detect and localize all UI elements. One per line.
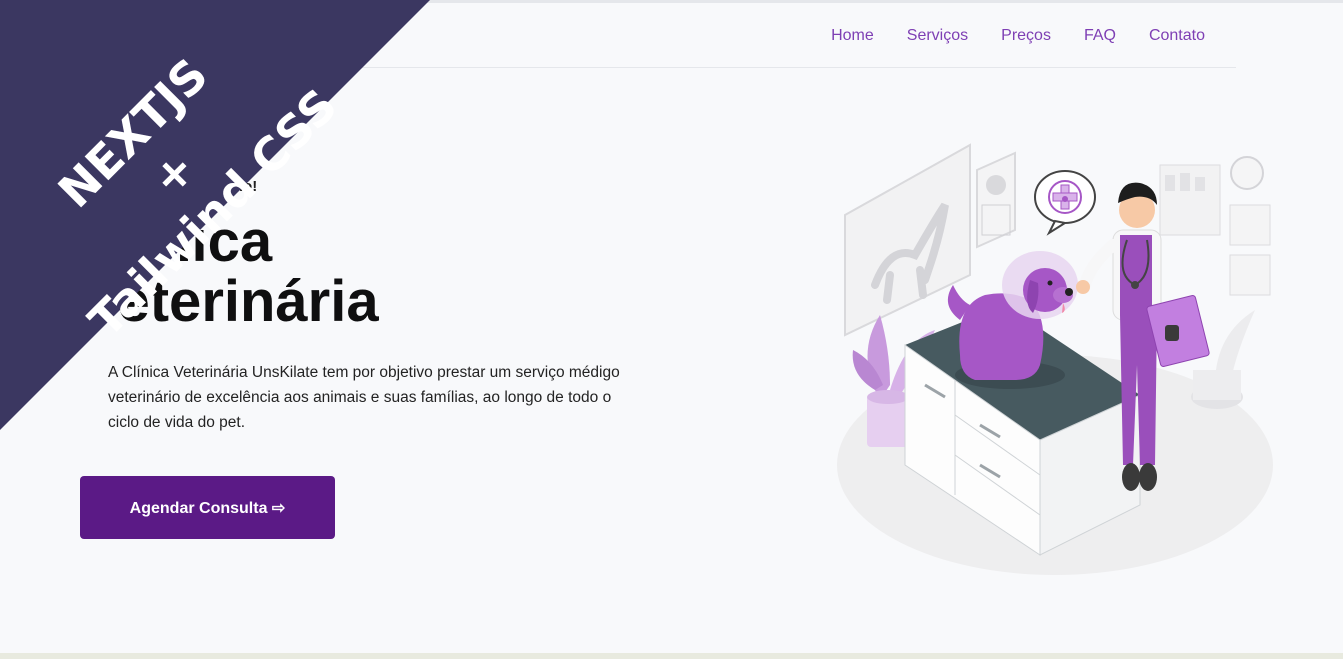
schedule-appointment-button[interactable]: Agendar Consulta ⇨ xyxy=(80,476,335,539)
vet-illustration xyxy=(837,143,1273,575)
paw-speech-bubble xyxy=(1034,170,1096,236)
hero-description: A Clínica Veterinária UnsKilate tem por … xyxy=(108,364,620,431)
banner-line2: + xyxy=(141,141,206,206)
nav-links: Home Serviços Preços FAQ Contato xyxy=(831,27,1205,45)
navbar: Home Serviços Preços FAQ Contato xyxy=(330,0,1236,68)
nav-link-contato[interactable]: Contato xyxy=(1149,27,1205,45)
nav-link-servicos[interactable]: Serviços xyxy=(907,27,968,45)
hero-tagline: tratado com carinho! xyxy=(108,178,258,195)
shelf xyxy=(1159,156,1271,296)
bottom-strip xyxy=(0,653,1343,659)
nav-link-precos[interactable]: Preços xyxy=(1001,27,1051,45)
hero-title: Clínica Veterinária xyxy=(82,212,442,332)
page: Home Serviços Preços FAQ Contato tratado… xyxy=(0,0,1343,659)
calendar xyxy=(976,151,1016,249)
nav-link-faq[interactable]: FAQ xyxy=(1084,27,1116,45)
hero-title-line2: Veterinária xyxy=(82,269,379,334)
nav-link-home[interactable]: Home xyxy=(831,27,874,45)
hero-title-line1: Clínica xyxy=(82,209,273,274)
